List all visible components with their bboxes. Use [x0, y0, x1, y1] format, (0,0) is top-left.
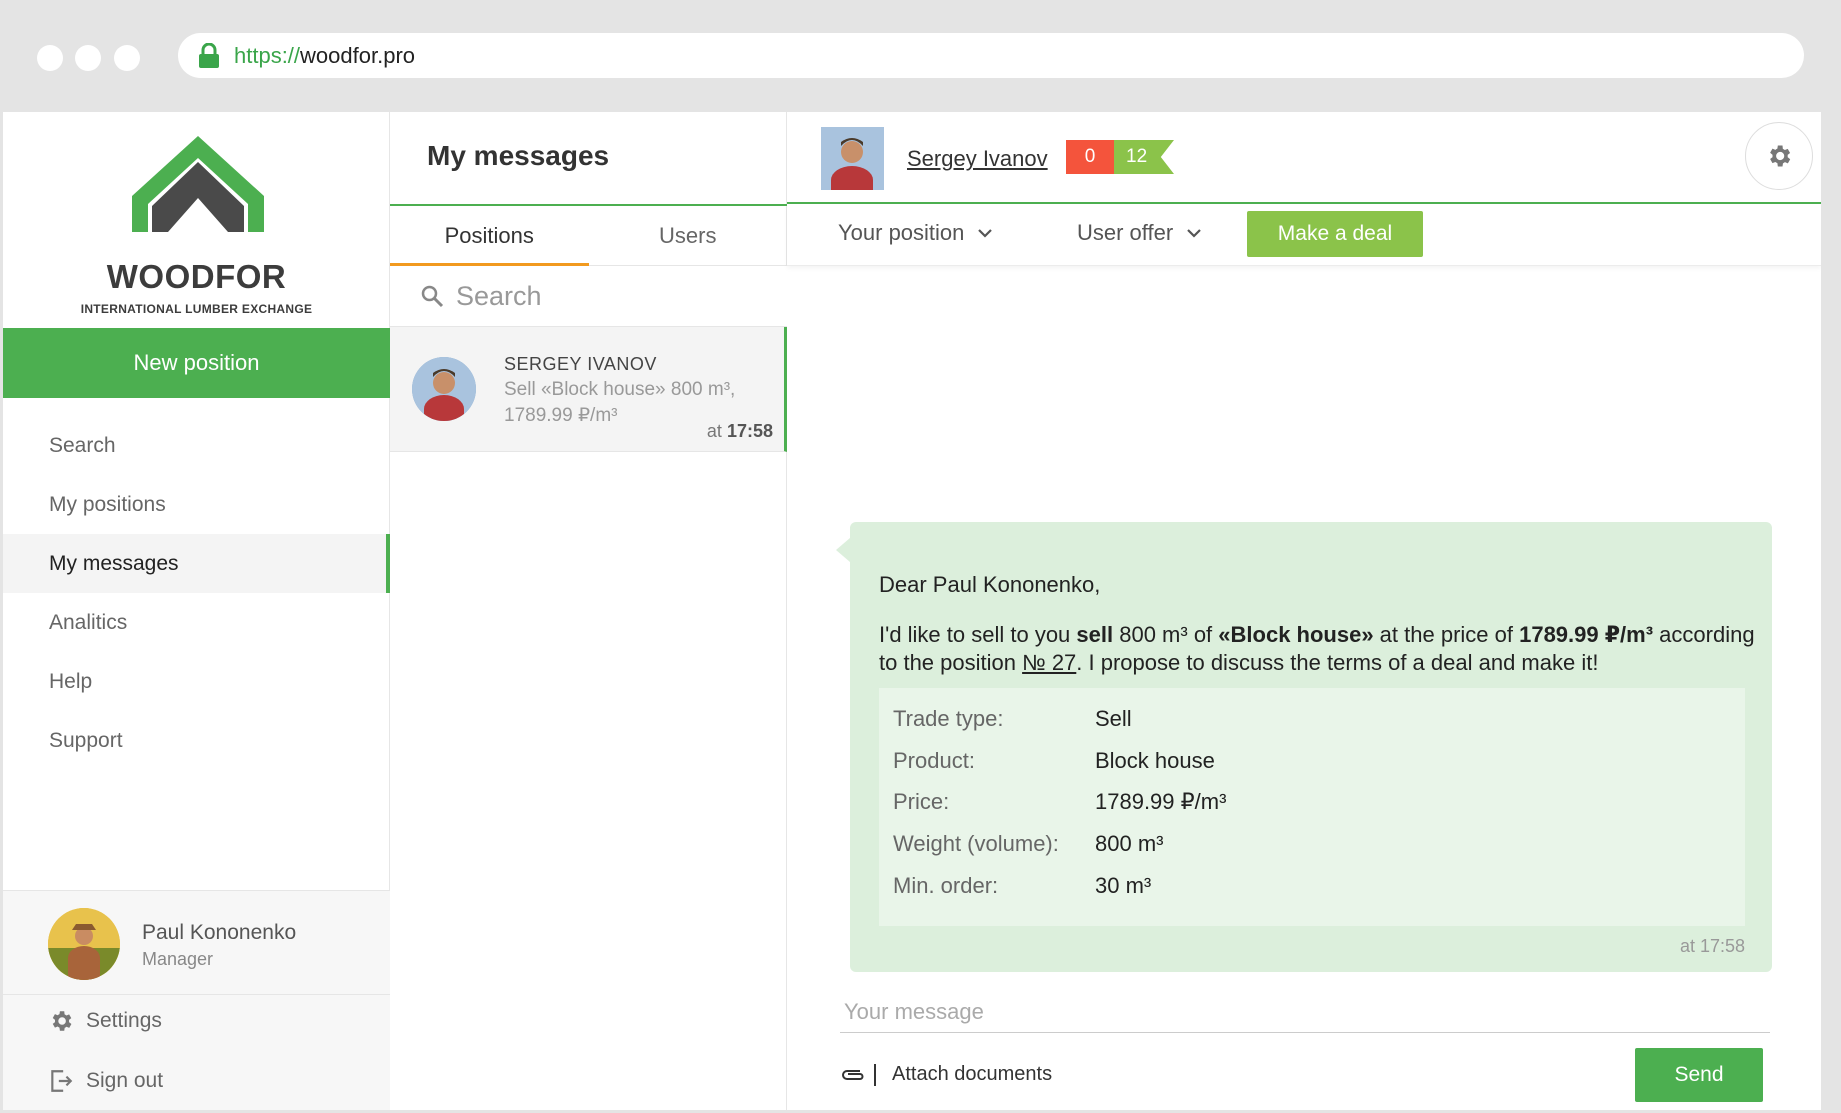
gear-icon: [48, 1008, 74, 1034]
sidebar-item-label: Support: [49, 728, 123, 752]
attach-label: Attach documents: [892, 1063, 1053, 1085]
positive-rating-badge: 12: [1114, 140, 1174, 174]
address-bar[interactable]: https:// woodfor.pro: [178, 33, 1804, 78]
search-input[interactable]: Search: [390, 266, 787, 327]
user-offer-label: User offer: [1077, 220, 1174, 245]
new-position-button[interactable]: New position: [3, 328, 390, 398]
url-protocol: https://: [234, 42, 301, 68]
message-body: I'd like to sell to you sell 800 m³ of «…: [879, 622, 1755, 675]
tab-positions[interactable]: Positions: [390, 206, 589, 266]
sign-out-icon: [48, 1068, 74, 1094]
settings-label: Settings: [86, 1009, 162, 1032]
tab-users[interactable]: Users: [589, 206, 788, 265]
sidebar-item-label: Search: [49, 433, 116, 457]
sidebar-item-my-positions[interactable]: My positions: [3, 475, 390, 534]
deal-details: Trade type: Sell Product: Block house Pric…: [879, 688, 1745, 926]
sidebar-item-analitics[interactable]: Analitics: [3, 593, 390, 652]
sign-out-link[interactable]: Sign out: [48, 1068, 164, 1094]
message-bubble: Dear Paul Kononenko, I'd like to sell to…: [836, 522, 1772, 972]
settings-button[interactable]: [1745, 122, 1813, 190]
messages-panel: My messages Positions Users Search SERGE…: [390, 112, 787, 1110]
list-item[interactable]: SERGEY IVANOV Sell «Block house» 800 m³,…: [390, 327, 787, 452]
your-position-label: Your position: [838, 220, 965, 245]
sidebar-item-label: Analitics: [49, 610, 128, 634]
chat-panel: Sergey Ivanov 0 12 Your position User of…: [787, 112, 1821, 1110]
search-icon: [420, 284, 444, 308]
sign-out-label: Sign out: [86, 1069, 164, 1092]
chat-toolbar: Your position User offer Make a deal: [787, 204, 1821, 266]
sidebar-item-search[interactable]: Search: [3, 416, 390, 475]
message-time: at 17:58: [1679, 936, 1745, 956]
user-role: Manager: [142, 949, 214, 969]
paperclip-icon: [840, 1067, 866, 1083]
avatar: [412, 357, 476, 421]
negative-rating-badge: 0: [1066, 140, 1114, 174]
chevron-down-icon: [1187, 228, 1201, 238]
user-name: Paul Kononenko: [142, 921, 297, 944]
your-position-dropdown[interactable]: Your position: [838, 220, 993, 246]
avatar: [48, 908, 120, 980]
message-greeting: Dear Paul Kononenko,: [879, 572, 1101, 597]
window-edge: [1821, 112, 1841, 1113]
sidebar-item-support[interactable]: Support: [3, 711, 390, 770]
attach-documents-button[interactable]: Attach documents: [840, 1063, 1052, 1086]
message-input[interactable]: Your message: [840, 995, 1770, 1033]
gear-icon: [1765, 142, 1793, 170]
app-window: WOODFOR INTERNATIONAL LUMBER EXCHANGE Ne…: [3, 112, 1821, 1110]
sidebar-nav: Search My positions My messages Analitic…: [3, 416, 390, 770]
chevron-down-icon: [978, 228, 993, 238]
contact-name-link[interactable]: Sergey Ivanov: [907, 146, 1048, 172]
window-minimize-dot[interactable]: [75, 45, 101, 71]
chat-header: Sergey Ivanov 0 12: [787, 112, 1821, 204]
sidebar-item-help[interactable]: Help: [3, 652, 390, 711]
send-button[interactable]: Send: [1635, 1048, 1763, 1102]
user-offer-dropdown[interactable]: User offer: [1077, 220, 1201, 246]
conversation-time: at 17:58: [706, 421, 773, 441]
settings-link[interactable]: Settings: [48, 1008, 162, 1034]
sidebar: WOODFOR INTERNATIONAL LUMBER EXCHANGE Ne…: [3, 112, 390, 1110]
page-title: My messages: [427, 140, 610, 171]
sidebar-item-label: My messages: [49, 551, 179, 575]
search-placeholder: Search: [456, 280, 542, 311]
sidebar-item-label: My positions: [49, 492, 166, 516]
url-host: woodfor.pro: [300, 42, 416, 68]
logo-wordmark: WOODFOR: [106, 258, 287, 295]
current-user[interactable]: Paul Kononenko Manager: [3, 890, 390, 995]
logo-roof-icon: [132, 136, 264, 232]
logo[interactable]: WOODFOR INTERNATIONAL LUMBER EXCHANGE: [3, 136, 390, 316]
messages-tabs: Positions Users: [390, 204, 787, 266]
window-close-dot[interactable]: [37, 45, 63, 71]
window-maximize-dot[interactable]: [114, 45, 140, 71]
avatar[interactable]: [821, 127, 884, 190]
lock-icon: [198, 42, 220, 69]
sidebar-item-my-messages[interactable]: My messages: [3, 534, 390, 593]
divider: [874, 1063, 876, 1086]
position-link[interactable]: № 27: [1022, 650, 1076, 675]
browser-chrome: https:// woodfor.pro: [0, 0, 1841, 112]
make-deal-button[interactable]: Make a deal: [1247, 211, 1423, 257]
conversation-name: SERGEY IVANOV: [504, 354, 657, 374]
logo-subtitle: INTERNATIONAL LUMBER EXCHANGE: [80, 302, 313, 316]
sidebar-item-label: Help: [49, 669, 93, 693]
